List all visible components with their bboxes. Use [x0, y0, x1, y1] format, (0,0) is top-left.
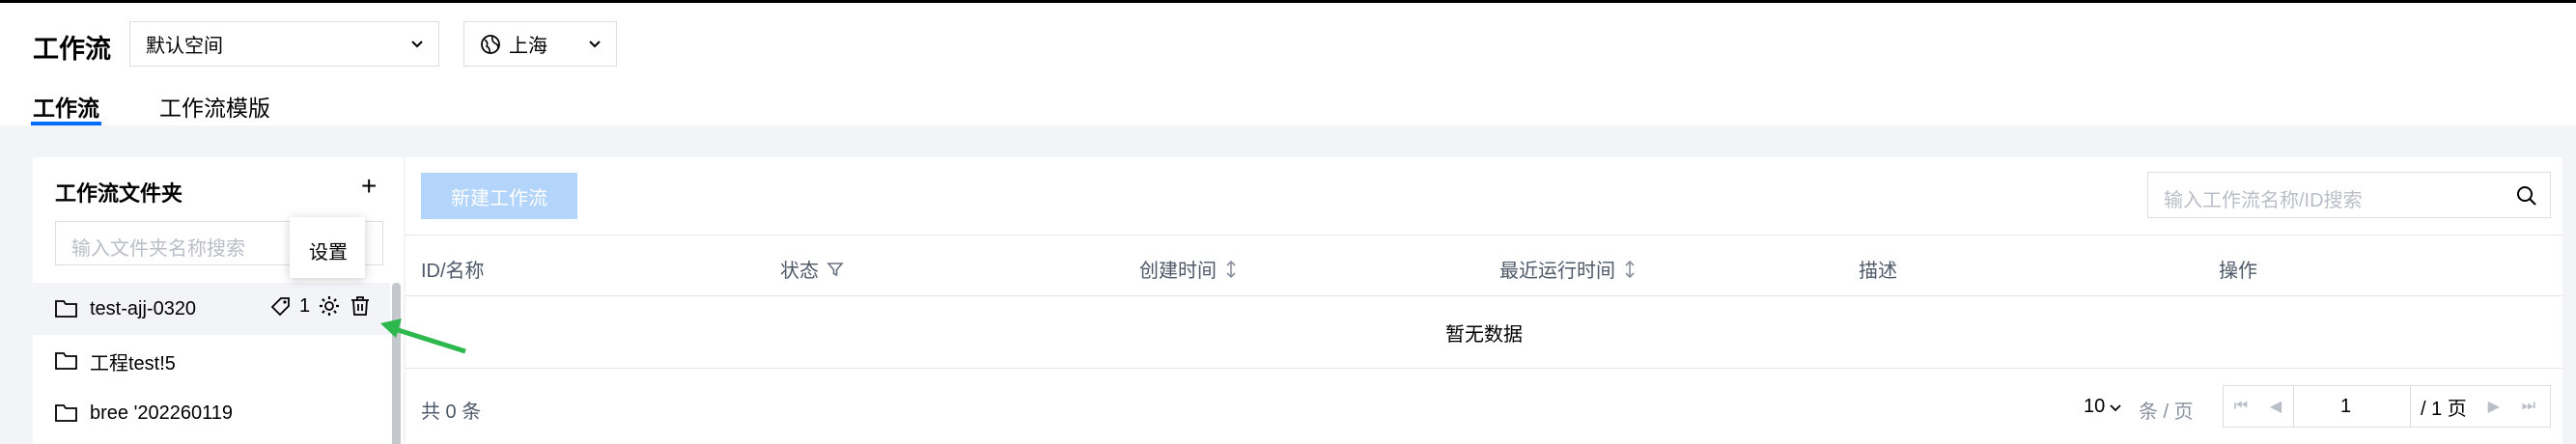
gear-icon[interactable] [318, 294, 341, 318]
column-last-run-time: 最近运行时间 [1499, 255, 1637, 283]
page-input[interactable]: 1 [2293, 386, 2411, 427]
add-folder-button[interactable]: + [361, 171, 377, 202]
page-size-value: 10 [2084, 396, 2106, 417]
table-footer: 共 0 条 10 条 / 页 ⏮ ◀ 1 / 1 页 ▶ ⏭ [406, 369, 2562, 444]
folder-item-label: test-ajj-0320 [90, 297, 197, 319]
folder-item[interactable]: test-ajj-0320 1 [33, 283, 390, 335]
total-count: 共 0 条 [421, 402, 482, 423]
last-page-icon[interactable]: ⏭ [2511, 386, 2546, 427]
new-workflow-button[interactable]: 新建工作流 [421, 173, 577, 219]
table-header: ID/名称 状态 创建时间 最近运行时间 描述 操作 [406, 235, 2562, 296]
region-select[interactable]: 上海 [463, 21, 617, 67]
column-actions: 操作 [2219, 261, 2257, 282]
column-id-name: ID/名称 [421, 261, 485, 282]
folder-icon [55, 404, 77, 422]
folder-item-label: bree '202260119 [90, 402, 234, 424]
folder-item-actions: 1 [270, 294, 372, 318]
page-size-unit: 条 / 页 [2139, 402, 2194, 423]
search-icon[interactable] [2515, 184, 2538, 208]
empty-state: 暂无数据 [406, 296, 2562, 369]
first-page-icon[interactable]: ⏮ [2224, 386, 2258, 427]
folder-list-scrollbar[interactable] [392, 283, 401, 444]
region-select-value: 上海 [509, 36, 547, 57]
column-created-time: 创建时间 [1139, 255, 1238, 283]
sort-icon[interactable] [1623, 260, 1637, 279]
tag-count: 1 [299, 294, 311, 317]
page-total: / 1 页 [2421, 398, 2467, 420]
tab-workflow-template[interactable]: 工作流模版 [159, 90, 270, 125]
annotation-arrow-icon [380, 319, 466, 354]
pagination: ⏮ ◀ 1 / 1 页 ▶ ⏭ [2223, 385, 2551, 428]
workflow-search-input[interactable]: 输入工作流名称/ID搜索 [2147, 172, 2551, 218]
settings-tooltip: 设置 [290, 217, 365, 278]
column-status: 状态 [780, 255, 844, 283]
workflow-search-placeholder: 输入工作流名称/ID搜索 [2164, 190, 2363, 211]
tab-bar: 工作流 工作流模版 [31, 90, 330, 125]
tab-workflow[interactable]: 工作流 [31, 90, 101, 125]
space-select[interactable]: 默认空间 [129, 21, 439, 67]
globe-icon [481, 34, 500, 54]
page-size-select[interactable]: 10 [2084, 396, 2122, 418]
tag-icon [270, 297, 290, 317]
prev-page-icon[interactable]: ◀ [2258, 386, 2293, 427]
folder-item[interactable]: 工程test!5 [33, 335, 390, 387]
trash-icon[interactable] [349, 294, 372, 318]
folder-icon [55, 352, 77, 370]
page-header: 工作流 默认空间 上海 工作流 工作流模版 [0, 3, 2576, 125]
folder-item[interactable]: bree '202260119 [33, 387, 390, 439]
next-page-icon[interactable]: ▶ [2477, 386, 2511, 427]
chevron-down-icon [589, 41, 601, 48]
chevron-down-icon [411, 41, 423, 48]
folder-panel: 工作流文件夹 + 输入文件夹名称搜索 test-ajj-0320 1 工程tes… [33, 157, 404, 444]
page-title: 工作流 [33, 35, 111, 64]
folder-icon [55, 300, 77, 318]
folder-item-label: 工程test!5 [90, 352, 176, 375]
sort-icon[interactable] [1224, 260, 1238, 279]
filter-icon[interactable] [826, 261, 844, 278]
workflow-panel: 新建工作流 输入工作流名称/ID搜索 ID/名称 状态 创建时间 最近运行时间 … [406, 157, 2562, 444]
space-select-value: 默认空间 [146, 36, 223, 57]
chevron-down-icon [2110, 403, 2121, 411]
column-description: 描述 [1859, 261, 1897, 282]
folder-panel-title: 工作流文件夹 [55, 181, 183, 206]
